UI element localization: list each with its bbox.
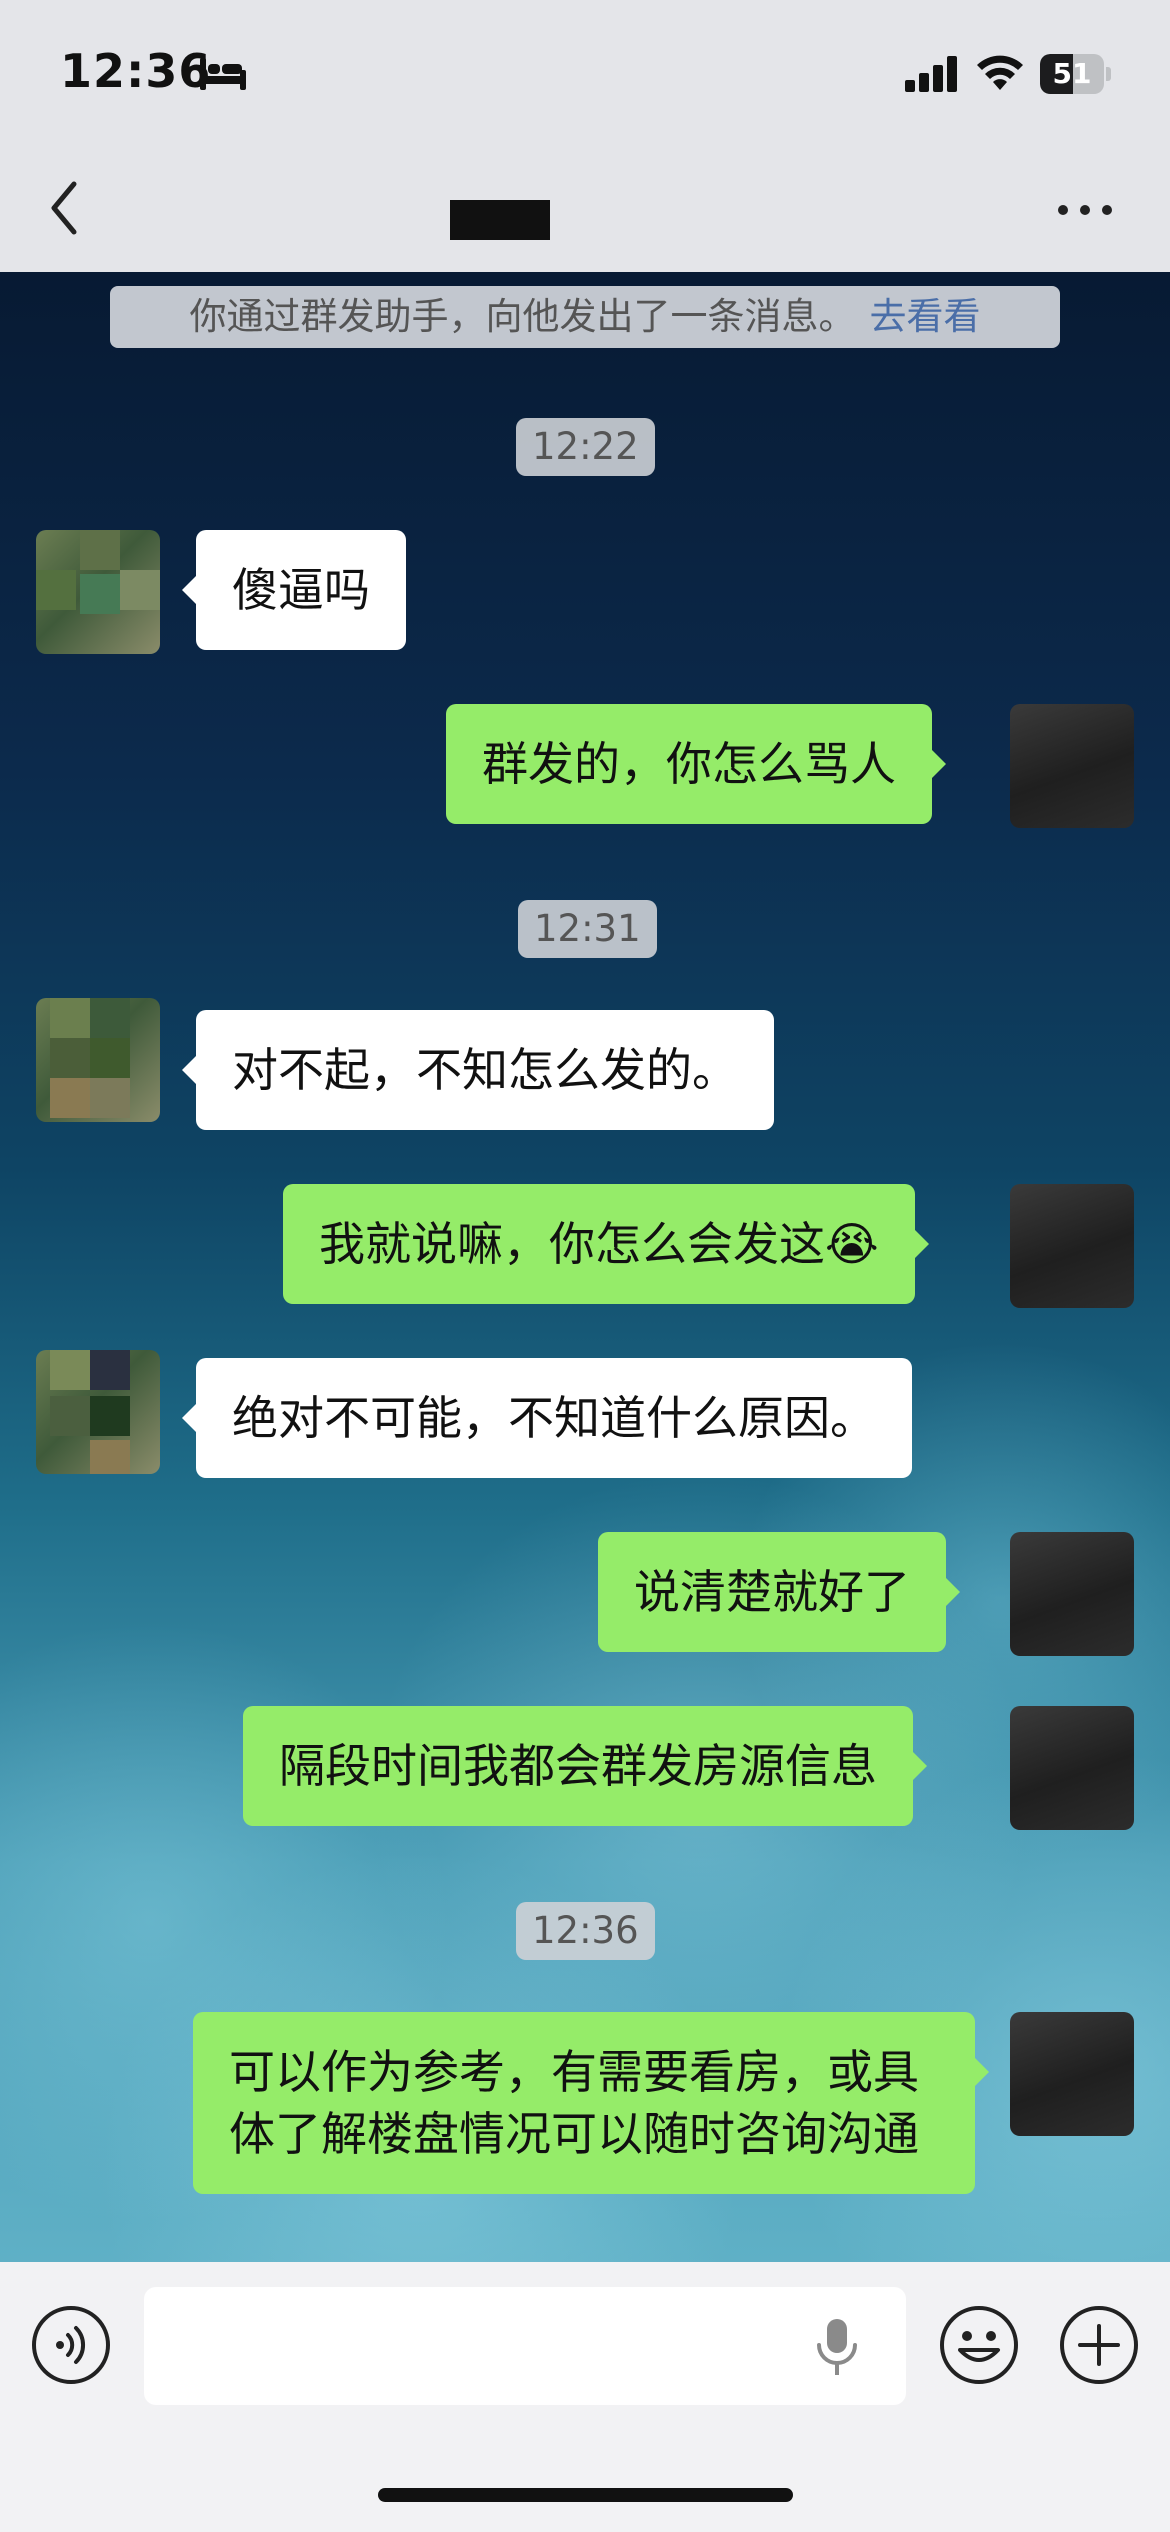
battery-icon: 51 bbox=[1040, 54, 1112, 94]
plus-icon[interactable] bbox=[1058, 2304, 1140, 2386]
timestamp: 12:22 bbox=[516, 418, 655, 476]
chat-title-redacted bbox=[450, 200, 550, 240]
message-bubble-me[interactable]: 我就说嘛，你怎么会发这😭 bbox=[283, 1184, 929, 1304]
my-avatar[interactable] bbox=[1010, 704, 1134, 828]
battery-level: 51 bbox=[1052, 57, 1092, 90]
back-chevron-icon[interactable] bbox=[44, 178, 84, 238]
my-avatar[interactable] bbox=[1010, 1184, 1134, 1308]
message-bubble-me[interactable]: 可以作为参考，有需要看房，或具体了解楼盘情况可以随时咨询沟通 bbox=[193, 2012, 989, 2194]
peer-avatar[interactable] bbox=[36, 998, 160, 1122]
wifi-icon bbox=[977, 55, 1023, 90]
message-bubble-peer[interactable]: 对不起，不知怎么发的。 bbox=[182, 1010, 774, 1130]
message-bubble-peer[interactable]: 绝对不可能，不知道什么原因。 bbox=[182, 1358, 912, 1478]
home-indicator[interactable] bbox=[378, 2488, 793, 2502]
chat-area[interactable]: 你通过群发助手，向他发出了一条消息。 去看看 12:22 傻逼吗 群发的，你怎么骂… bbox=[0, 272, 1170, 2262]
timestamp: 12:36 bbox=[516, 1902, 655, 1960]
message-input[interactable] bbox=[144, 2287, 906, 2405]
status-bar: 12:36 51 bbox=[0, 0, 1170, 150]
message-bubble-peer[interactable]: 傻逼吗 bbox=[182, 530, 406, 650]
voice-icon[interactable] bbox=[30, 2304, 112, 2386]
system-notice: 你通过群发助手，向他发出了一条消息。 去看看 bbox=[110, 286, 1060, 348]
emoji-icon[interactable] bbox=[938, 2304, 1020, 2386]
more-options-icon[interactable] bbox=[1055, 200, 1115, 220]
peer-avatar[interactable] bbox=[36, 1350, 160, 1474]
system-notice-text: 你通过群发助手，向他发出了一条消息。 bbox=[189, 295, 856, 338]
message-bubble-me[interactable]: 说清楚就好了 bbox=[598, 1532, 960, 1652]
timestamp: 12:31 bbox=[518, 900, 657, 958]
cellular-signal-icon bbox=[905, 56, 957, 92]
message-bubble-me[interactable]: 隔段时间我都会群发房源信息 bbox=[243, 1706, 927, 1826]
bed-icon bbox=[200, 58, 246, 90]
my-avatar[interactable] bbox=[1010, 1532, 1134, 1656]
status-time: 12:36 bbox=[60, 44, 212, 98]
my-avatar[interactable] bbox=[1010, 2012, 1134, 2136]
my-avatar[interactable] bbox=[1010, 1706, 1134, 1830]
mic-icon[interactable] bbox=[815, 2317, 859, 2377]
input-bar bbox=[0, 2262, 1170, 2532]
message-bubble-me[interactable]: 群发的，你怎么骂人 bbox=[446, 704, 946, 824]
view-link[interactable]: 去看看 bbox=[870, 295, 981, 338]
nav-bar bbox=[0, 150, 1170, 272]
peer-avatar[interactable] bbox=[36, 530, 160, 654]
